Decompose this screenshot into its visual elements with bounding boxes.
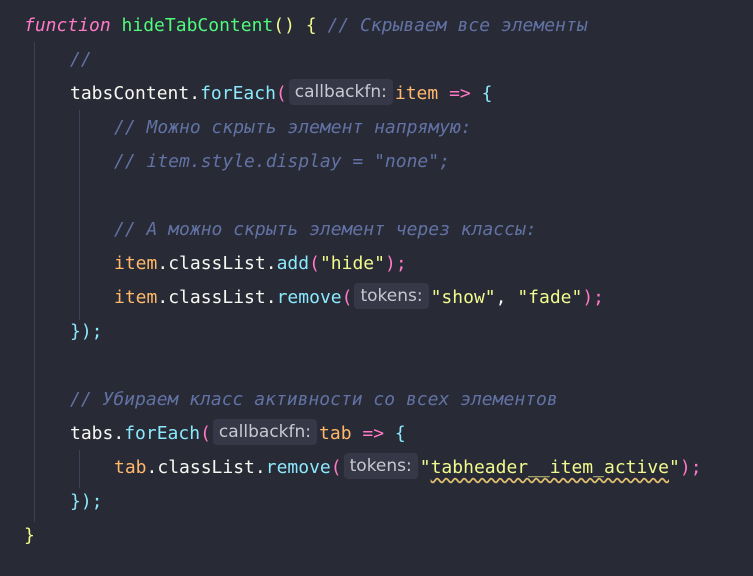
dot: . (157, 253, 169, 274)
parameter-hint: callbackfn: (288, 79, 393, 105)
method-name: forEach (124, 423, 201, 444)
code-line-7[interactable]: // А можно скрыть элемент через классы: (114, 213, 537, 247)
property: classList (168, 287, 266, 308)
code-line-3[interactable]: tabsContent.forEach(callbackfn: item => { (70, 77, 492, 111)
keyword-function: function (24, 15, 111, 36)
code-line-12[interactable]: // Убираем класс активности со всех элем… (70, 383, 558, 417)
comment: // (70, 49, 92, 70)
comma: , (495, 287, 507, 308)
comment: // item.style.display = "none"; (114, 151, 450, 172)
identifier: tab (114, 457, 147, 478)
code-line-4[interactable]: // Можно скрыть элемент напрямую: (114, 111, 472, 145)
parameter-hint: tokens: (354, 283, 429, 309)
close-brace: }); (70, 321, 103, 342)
dot: . (146, 457, 158, 478)
string-quote: " (419, 457, 431, 478)
property: classList (168, 253, 266, 274)
comment: // Скрываем все элементы (327, 15, 588, 36)
string-literal: "fade" (517, 287, 583, 308)
open-paren: ( (341, 287, 353, 308)
string-literal: "hide" (319, 253, 385, 274)
parameter-hint: callbackfn: (212, 419, 318, 445)
code-line-14[interactable]: tab.classList.remove(tokens: "tabheader__… (114, 451, 702, 485)
method-name: add (276, 253, 310, 274)
close-paren: ); (582, 287, 605, 308)
code-line-5[interactable]: // item.style.display = "none"; (114, 145, 450, 179)
code-line-1[interactable]: function hideTabContent() { // Скрываем … (24, 9, 588, 43)
arrow: => (362, 423, 385, 444)
close-paren: ); (679, 457, 702, 478)
identifier: item (114, 287, 158, 308)
dot: . (254, 457, 266, 478)
parens: () (273, 15, 295, 36)
open-paren: ( (330, 457, 342, 478)
close-paren: ); (384, 253, 407, 274)
open-paren: ( (275, 83, 287, 104)
open-brace: { (305, 15, 317, 36)
open-brace: { (481, 83, 493, 104)
function-name: hideTabContent (121, 15, 274, 36)
code-line-2[interactable]: // (70, 43, 92, 77)
open-paren: ( (200, 423, 211, 444)
code-line-10[interactable]: }); (70, 315, 103, 349)
method-name: forEach (200, 83, 276, 104)
string-literal-warning: tabheader__item_active (430, 457, 670, 478)
indent-guide (79, 110, 80, 320)
indent-guide (34, 42, 35, 522)
dot: . (157, 287, 169, 308)
open-brace: { (394, 423, 406, 444)
parameter: item (394, 83, 439, 104)
parameter-hint: tokens: (343, 453, 418, 479)
code-line-13[interactable]: tabs.forEach(callbackfn: tab => { (70, 417, 406, 451)
method-name: remove (276, 287, 342, 308)
code-line-9[interactable]: item.classList.remove(tokens: "show", "fa… (114, 281, 604, 315)
arrow: => (449, 83, 471, 104)
close-brace: } (24, 525, 35, 546)
method-name: remove (265, 457, 331, 478)
comment: // А можно скрыть элемент через классы: (114, 219, 537, 240)
string-quote: " (669, 457, 680, 478)
code-line-15[interactable]: }); (70, 485, 103, 519)
dot: . (265, 253, 277, 274)
identifier: item (114, 253, 158, 274)
indent-guide (79, 450, 80, 488)
dot: . (265, 287, 277, 308)
identifier: tabsContent (70, 83, 190, 104)
code-line-8[interactable]: item.classList.add("hide"); (114, 247, 407, 281)
dot: . (189, 83, 201, 104)
code-editor[interactable]: function hideTabContent() { // Скрываем … (0, 0, 753, 576)
dot: . (113, 423, 125, 444)
identifier: tabs (70, 423, 114, 444)
close-brace: }); (70, 491, 103, 512)
code-line-16[interactable]: } (24, 519, 35, 553)
string-literal: "show" (430, 287, 496, 308)
comment: // Можно скрыть элемент напрямую: (114, 117, 472, 138)
comment: // Убираем класс активности со всех элем… (70, 389, 558, 410)
parameter: tab (319, 423, 352, 444)
property: classList (157, 457, 255, 478)
open-paren: ( (309, 253, 320, 274)
